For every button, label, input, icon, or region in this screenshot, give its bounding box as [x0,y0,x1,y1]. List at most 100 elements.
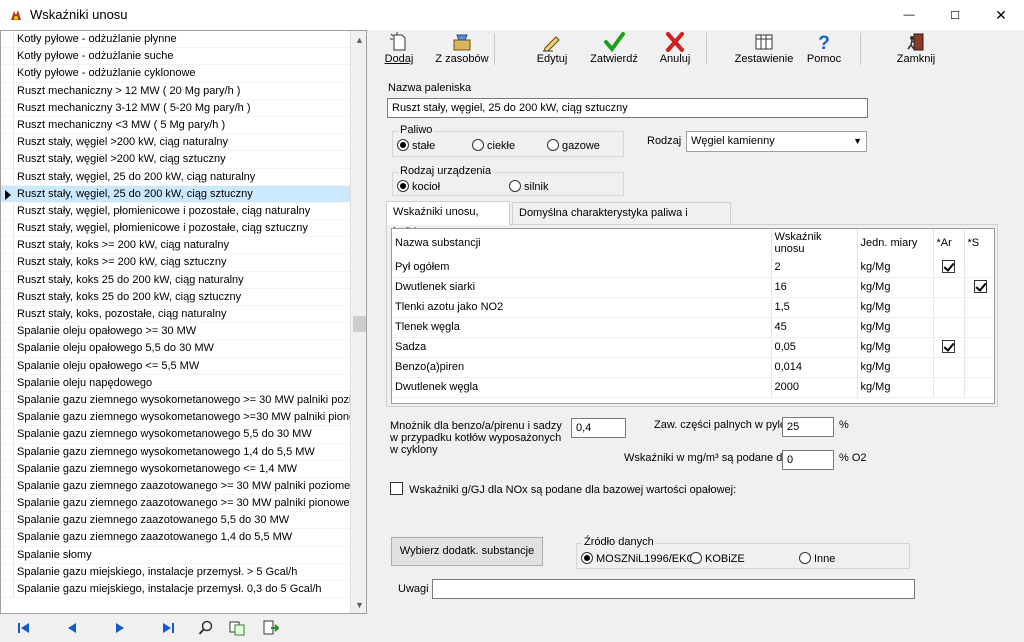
cell-name[interactable]: Dwutlenek siarki [392,277,772,298]
combustible-input[interactable]: 25 [782,417,834,437]
kind-select[interactable]: Węgiel kamienny ▼ [686,131,867,152]
checkbox-checked-icon[interactable] [942,340,955,353]
cell-ar[interactable] [933,277,965,298]
list-item[interactable]: Spalanie gazu miejskiego, instalacje prz… [1,563,350,581]
cell-name[interactable]: Dwutlenek węgla [392,377,772,398]
column-header[interactable]: Nazwa substancji [392,229,772,257]
source-radio-mosznil[interactable]: MOSZNiL1996/EKOP [581,552,702,565]
checkbox-checked-icon[interactable] [973,280,987,293]
list-item[interactable]: Spalanie gazu ziemnego zaazotowanego 5,5… [1,512,350,530]
cell-value[interactable]: 0,014 [771,357,858,378]
cell-unit[interactable]: kg/Mg [857,377,934,398]
device-radio-engine[interactable]: silnik [509,180,548,193]
copy-record-button[interactable] [228,619,248,637]
list-item[interactable]: Kotły pyłowe - odżużlanie suche [1,48,350,66]
list-item[interactable]: Kotły pyłowe - odżużlanie cyklonowe [1,65,350,83]
close-window-button[interactable]: ✕ [978,0,1024,30]
notes-input[interactable] [432,579,915,599]
oxygen-input[interactable]: 0 [782,450,834,470]
list-item[interactable]: Ruszt stały, koks >= 200 kW, ciąg natura… [1,237,350,255]
source-radio-kobize[interactable]: KOBiZE [690,552,745,565]
list-item[interactable]: Spalanie oleju opałowego <= 5,5 MW [1,357,350,375]
device-radio-boiler[interactable]: kocioł [397,180,440,193]
cell-value[interactable]: 1,5 [771,297,858,318]
list-item[interactable]: Ruszt mechaniczny > 12 MW ( 20 Mg pary/h… [1,82,350,100]
first-record-button[interactable] [14,619,34,637]
list-item[interactable]: Kotły pyłowe - odżużlanie płynne [1,31,350,49]
cell-unit[interactable]: kg/Mg [857,277,934,298]
cell-s[interactable] [964,277,994,298]
cell-value[interactable]: 45 [771,317,858,338]
multiplier-input[interactable]: 0,4 [571,418,626,438]
list-item[interactable]: Ruszt stały, węgiel, 25 do 200 kW, ciąg … [1,168,350,186]
last-record-button[interactable] [158,619,178,637]
from-resources-button[interactable]: Z zasobów [434,32,490,68]
list-item[interactable]: Spalanie oleju napędowego [1,374,350,392]
add-button[interactable]: Dodaj [382,32,416,68]
cell-unit[interactable]: kg/Mg [857,317,934,338]
cancel-button[interactable]: Anuluj [658,32,692,68]
list-item[interactable]: Spalanie gazu miejskiego, instalacje prz… [1,581,350,599]
cell-name[interactable]: Tlenki azotu jako NO2 [392,297,772,318]
cell-value[interactable]: 2000 [771,377,858,398]
search-button[interactable] [196,619,216,637]
table-row[interactable]: Dwutlenek węgla 2000 kg/Mg [392,377,994,398]
list-item[interactable]: Ruszt mechaniczny 3-12 MW ( 5-20 Mg pary… [1,99,350,117]
cell-s[interactable] [964,337,994,358]
cell-value[interactable]: 2 [771,257,858,278]
table-row[interactable]: Sadza 0,05 kg/Mg [392,337,994,358]
list-item[interactable]: Spalanie oleju opałowego 5,5 do 30 MW [1,340,350,358]
list-item[interactable]: Spalanie gazu ziemnego wysokometanowego … [1,426,350,444]
cell-value[interactable]: 0,05 [771,337,858,358]
cell-unit[interactable]: kg/Mg [857,337,934,358]
list-item[interactable]: Spalanie gazu ziemnego zaazotowanego >= … [1,477,350,496]
table-row[interactable]: Tlenki azotu jako NO2 1,5 kg/Mg [392,297,994,318]
cell-ar[interactable] [933,317,965,338]
cell-s[interactable] [964,257,994,278]
column-header[interactable]: *Ar [933,229,965,257]
cell-name[interactable]: Sadza [392,337,772,358]
list-item[interactable]: Ruszt stały, koks, pozostałe, ciąg natur… [1,306,350,324]
cell-s[interactable] [964,357,994,378]
list-item[interactable]: Ruszt stały, koks 25 do 200 kW, ciąg szt… [1,288,350,306]
fuel-radio-gas[interactable]: gazowe [547,139,600,152]
cell-unit[interactable]: kg/Mg [857,297,934,318]
cell-name[interactable]: Tlenek węgla [392,317,772,338]
cell-unit[interactable]: kg/Mg [857,257,934,278]
column-header[interactable]: *S [964,229,994,257]
fuel-radio-liquid[interactable]: ciekłe [472,139,515,152]
scroll-down-icon[interactable]: ▼ [351,596,366,613]
help-button[interactable]: ? Pomoc [806,32,842,68]
close-button[interactable]: Zamknij [894,32,938,68]
list-item[interactable]: Ruszt stały, węgiel, 25 do 200 kW, ciąg … [1,185,350,203]
checkbox-checked-icon[interactable] [942,259,955,273]
list-item[interactable]: Ruszt stały, koks 25 do 200 kW, ciąg nat… [1,271,350,289]
list-item[interactable]: Spalanie oleju opałowego >= 30 MW [1,323,350,341]
cell-ar[interactable] [933,337,965,358]
list-item[interactable]: Ruszt stały, koks >= 200 kW, ciąg sztucz… [1,254,350,272]
list-item[interactable]: Ruszt mechaniczny <3 MW ( 5 Mg pary/h ) [1,116,350,135]
confirm-button[interactable]: Zatwierdź [590,32,638,68]
summary-button[interactable]: Zestawienie [734,32,794,68]
furnace-name-input[interactable]: Ruszt stały, węgiel, 25 do 200 kW, ciąg … [387,98,868,118]
list-item[interactable]: Spalanie słomy [1,546,350,564]
list-item[interactable]: Ruszt stały, węgiel, płomienicowe i pozo… [1,220,350,238]
source-radio-other[interactable]: Inne [799,552,835,565]
export-button[interactable] [262,619,282,637]
list-item[interactable]: Spalanie gazu ziemnego wysokometanowego … [1,409,350,427]
column-header[interactable]: Wskaźnik unosu [771,229,858,257]
edit-button[interactable]: Edytuj [532,32,572,68]
cell-unit[interactable]: kg/Mg [857,357,934,378]
cell-value[interactable]: 16 [771,277,858,298]
cell-name[interactable]: Pył ogółem [392,257,772,278]
column-header[interactable]: Jedn. miary [857,229,934,257]
cell-ar[interactable] [933,257,965,278]
list-item[interactable]: Spalanie gazu ziemnego zaazotowanego >= … [1,495,350,513]
list-item[interactable]: Spalanie gazu ziemnego zaazotowanego 1,4… [1,529,350,547]
cell-s[interactable] [964,297,994,318]
choose-substances-button[interactable]: Wybierz dodatk. substancje [391,537,543,566]
cell-ar[interactable] [933,377,965,398]
cell-ar[interactable] [933,357,965,378]
tab-fuel-characteristics[interactable]: Domyślna charakterystyka paliwa i spalan… [512,202,731,239]
cell-s[interactable] [964,317,994,338]
